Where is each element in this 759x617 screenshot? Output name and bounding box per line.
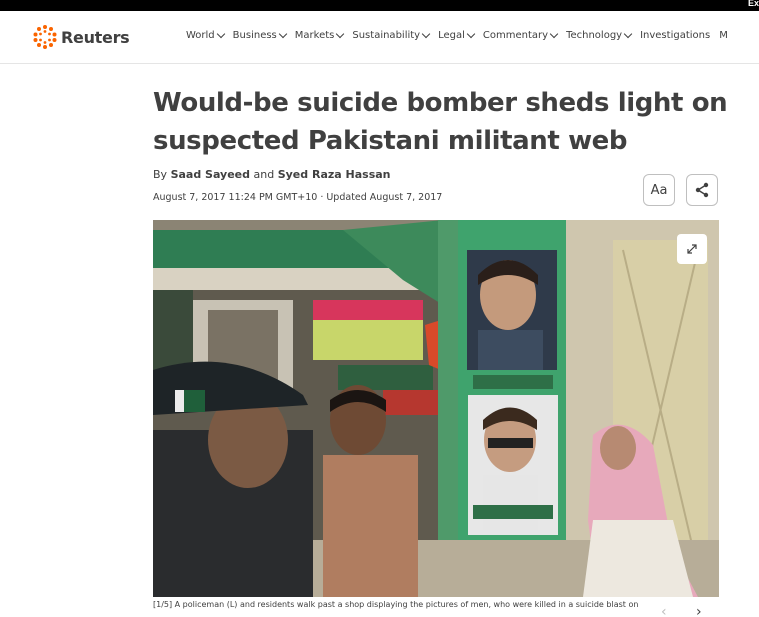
nav-item-sustainability[interactable]: Sustainability [352,29,431,41]
reuters-logo-icon [33,25,57,49]
byline-prefix: By [153,168,168,181]
photo-image [153,220,719,597]
reuters-logo-text: Reuters [61,27,130,47]
nav-item-commentary[interactable]: Commentary [482,29,559,41]
gallery-prev-button[interactable]: ‹ [661,604,667,617]
article-dateline: August 7, 2017 11:24 PM GMT+10 · Updated… [153,192,443,203]
share-button[interactable] [686,174,718,206]
article-headline: Would-be suicide bomber sheds light on s… [153,88,728,156]
chevron-down-icon [466,29,476,38]
chevron-down-icon [216,29,225,38]
top-banner: Ex [0,0,759,11]
nav-item-business[interactable]: Business [232,29,288,41]
nav-item-more[interactable]: M [719,30,728,41]
chevron-down-icon [421,29,431,38]
author-link[interactable]: Saad Sayeed [171,168,250,181]
expand-photo-button[interactable] [677,234,707,264]
chevron-down-icon [623,29,633,38]
byline-and: and [253,168,275,181]
nav-item-technology[interactable]: Technology [566,29,633,41]
nav-label: Markets [294,30,335,41]
main-nav: World Business Markets Sustainability Le… [186,29,737,41]
nav-item-markets[interactable]: Markets [294,29,345,41]
nav-label: Technology [566,30,623,41]
nav-item-world[interactable]: World [186,29,225,41]
reuters-logo[interactable]: Reuters [32,24,130,50]
nav-label: Sustainability [352,30,421,41]
photo-caption: [1/5] A policeman (L) and residents walk… [153,600,639,609]
author-link[interactable]: Syed Raza Hassan [278,168,391,181]
font-size-label: Aa [650,182,668,198]
site-header: Reuters World Business Markets Sustainab… [0,11,759,64]
chevron-down-icon [336,29,345,38]
byline: By Saad Sayeed and Syed Raza Hassan [153,168,391,181]
gallery-next-button[interactable]: › [696,604,702,617]
nav-label: World [186,30,215,41]
article-photo[interactable] [153,220,719,597]
nav-label: Commentary [482,30,549,41]
nav-label: Investigations [640,30,711,41]
nav-label: Business [232,30,277,41]
expand-icon [687,244,697,254]
font-size-button[interactable]: Aa [643,174,675,206]
nav-label: M [719,30,728,41]
top-banner-text[interactable]: Ex [748,0,759,8]
nav-item-legal[interactable]: Legal [438,29,476,41]
share-icon [695,182,709,198]
nav-label: Legal [438,30,465,41]
chevron-down-icon [278,29,288,38]
chevron-down-icon [549,29,559,38]
nav-item-investigations[interactable]: Investigations [640,30,710,41]
